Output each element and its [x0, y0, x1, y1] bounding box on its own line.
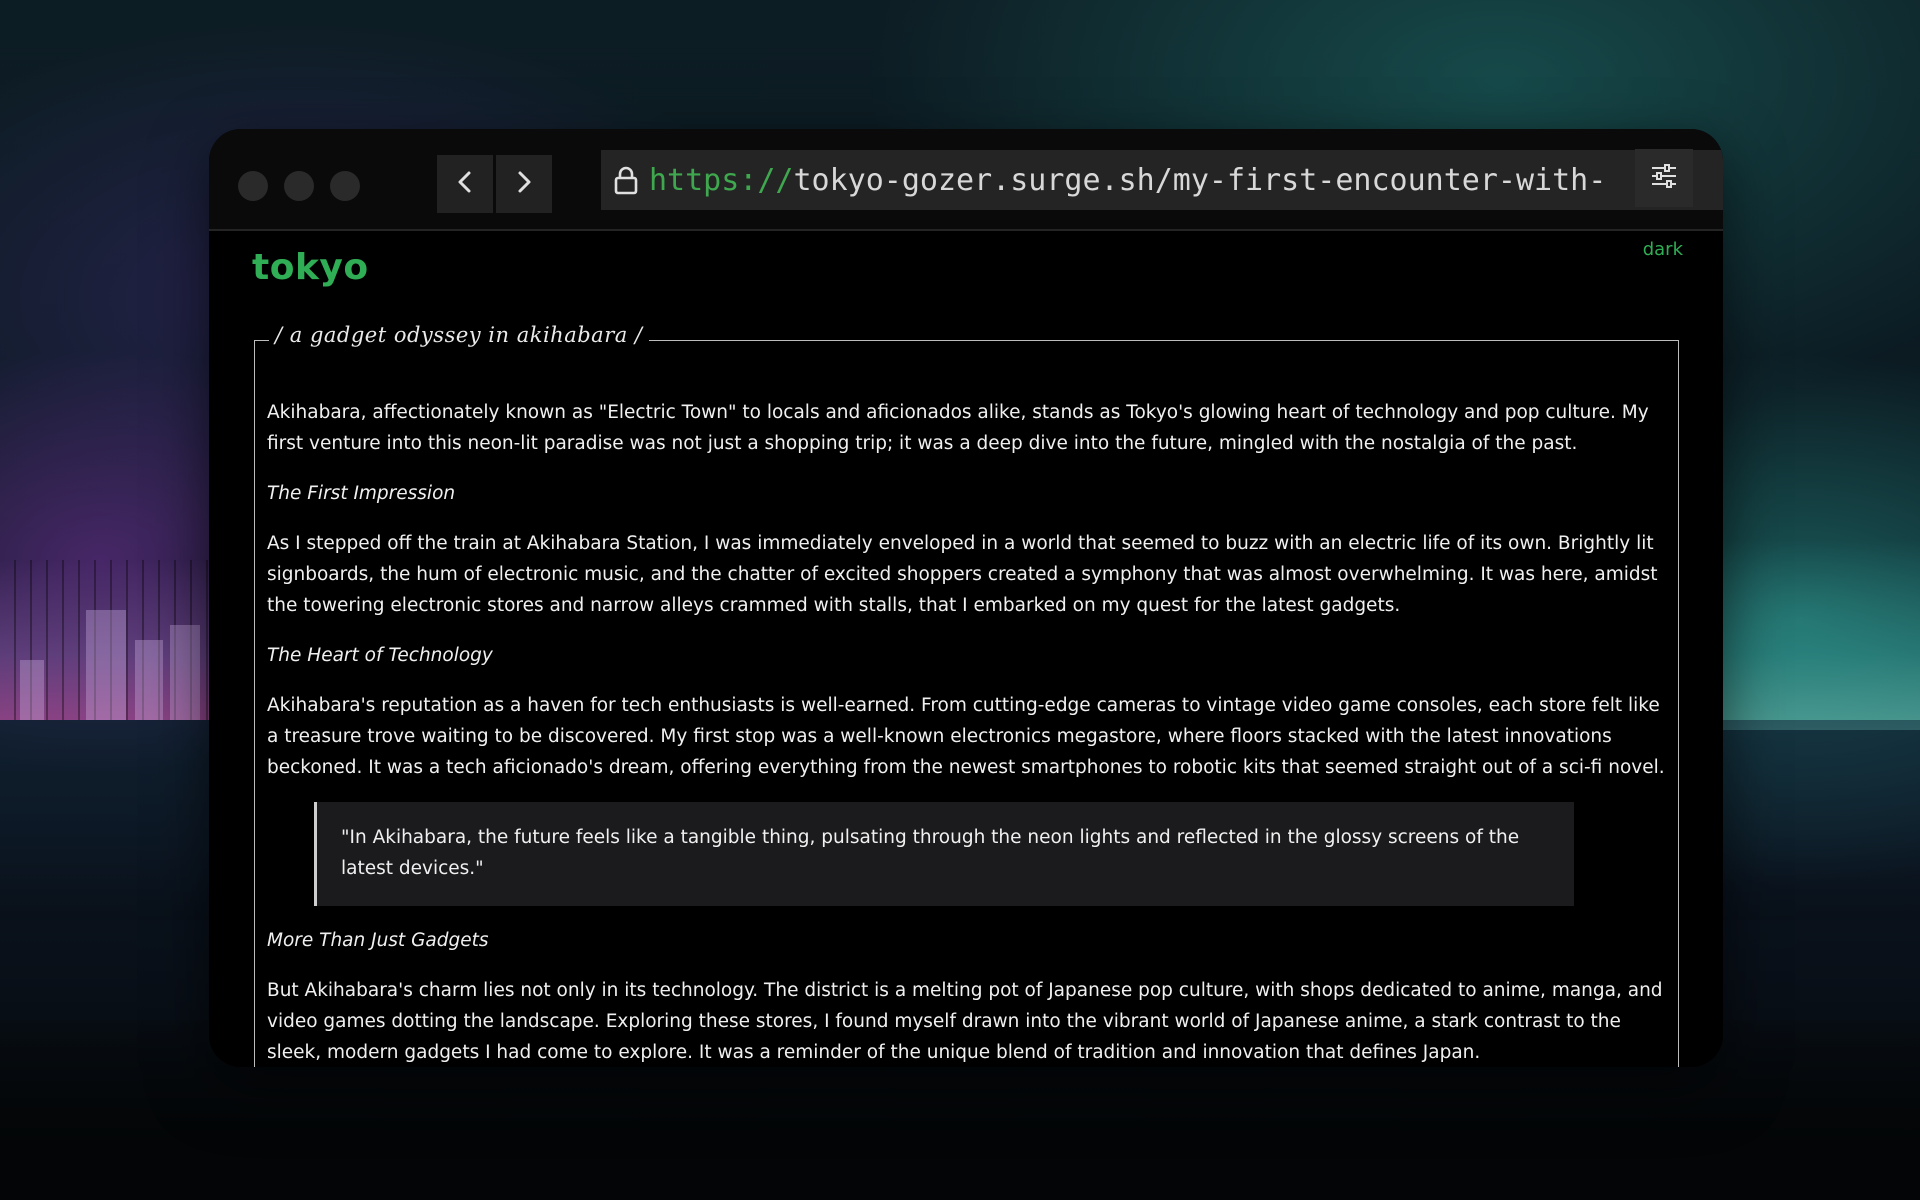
chevron-left-icon — [455, 170, 475, 199]
article-title: / a gadget odyssey in akihabara / — [269, 323, 649, 347]
browser-toolbar: https://tokyo-gozer.surge.sh/my-first-en… — [209, 129, 1723, 231]
browser-window: https://tokyo-gozer.surge.sh/my-first-en… — [209, 129, 1723, 1067]
url-text: tokyo-gozer.surge.sh/my-first-encounter-… — [793, 162, 1607, 198]
window-minimize-button[interactable] — [284, 171, 314, 201]
window-close-button[interactable] — [238, 171, 268, 201]
window-maximize-button[interactable] — [330, 171, 360, 201]
chevron-right-icon — [514, 170, 534, 199]
section-paragraph: Akihabara's reputation as a haven for te… — [267, 695, 1665, 778]
intro-paragraph: Akihabara, affectionately known as "Elec… — [267, 402, 1649, 454]
background-city-right — [1720, 540, 1920, 730]
section-paragraph: As I stepped off the train at Akihabara … — [267, 533, 1658, 616]
section-heading: The First Impression — [267, 483, 456, 504]
url-protocol: https:// — [649, 162, 794, 198]
background-city-left — [0, 560, 215, 720]
back-button[interactable] — [437, 155, 493, 213]
article-content: Akihabara, affectionately known as "Elec… — [267, 397, 1667, 1067]
theme-toggle-link[interactable]: dark — [1643, 239, 1683, 260]
article-frame: / a gadget odyssey in akihabara / Akihab… — [254, 323, 1679, 1067]
web-page: tokyo dark / a gadget odyssey in akihaba… — [209, 231, 1723, 1067]
section-heading: The Heart of Technology — [267, 645, 493, 666]
address-bar[interactable]: https://tokyo-gozer.surge.sh/my-first-en… — [601, 150, 1723, 210]
lock-icon — [613, 165, 639, 195]
settings-menu-button[interactable] — [1635, 149, 1693, 207]
sliders-icon — [1650, 163, 1678, 194]
site-title-link[interactable]: tokyo — [252, 247, 369, 288]
section-paragraph: But Akihabara's charm lies not only in i… — [267, 980, 1663, 1063]
forward-button[interactable] — [496, 155, 552, 213]
section-heading: More Than Just Gadgets — [267, 930, 489, 951]
blockquote: "In Akihabara, the future feels like a t… — [314, 802, 1574, 906]
